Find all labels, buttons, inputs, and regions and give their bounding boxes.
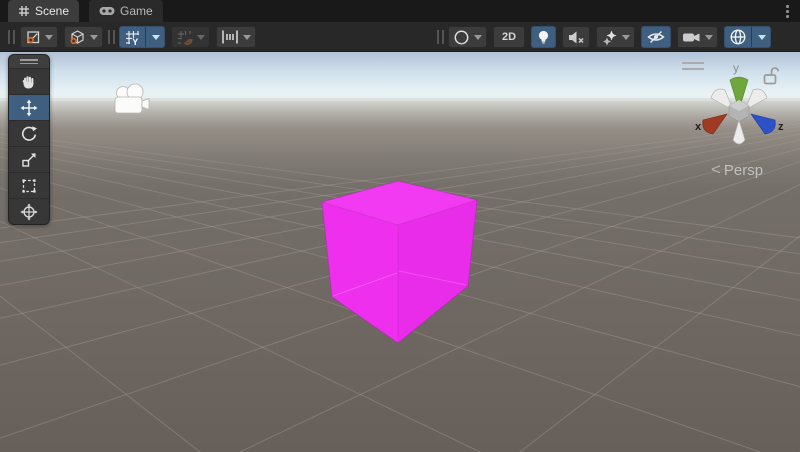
scene-audio-button[interactable]: [562, 26, 590, 48]
effects-button[interactable]: [596, 26, 635, 48]
rect-icon: [20, 177, 38, 195]
snap-button[interactable]: [171, 26, 210, 48]
dropdown-arrow-icon: [705, 35, 713, 40]
dropdown-arrow-icon: [45, 35, 53, 40]
2d-toggle-button[interactable]: 2D: [493, 26, 525, 48]
dropdown-arrow-icon: [197, 35, 205, 40]
tool-settings-button[interactable]: [20, 26, 58, 48]
light-bulb-icon: [536, 29, 551, 46]
magnet-grid-icon: [176, 29, 193, 46]
axis-z-label: z: [778, 121, 784, 133]
view-hand-tool-button[interactable]: [9, 68, 49, 94]
gamepad-icon: [99, 6, 115, 16]
dropdown-arrow-icon[interactable]: [758, 35, 766, 40]
grid-icon: Y: [124, 29, 141, 46]
scene-viewport[interactable]: y x z < Persp: [0, 52, 800, 452]
overlay-drag-handle[interactable]: [437, 30, 444, 44]
dropdown-arrow-icon: [90, 35, 98, 40]
dropdown-arrow-icon: [622, 35, 630, 40]
move-tool-button[interactable]: [9, 94, 49, 120]
projection-toggle[interactable]: < Persp: [694, 160, 780, 180]
tab-scene-label: Scene: [35, 4, 69, 18]
snap-increment-button[interactable]: [216, 26, 256, 48]
ruler-icon: [221, 29, 239, 45]
transform-icon: [20, 203, 38, 221]
tools-overlay: [8, 54, 50, 225]
overlay-drag-handle[interactable]: [8, 30, 15, 44]
grid-visibility-button[interactable]: Y: [119, 26, 165, 48]
gizmo-center-cube[interactable]: [729, 100, 749, 122]
dropdown-arrow-icon[interactable]: [152, 35, 160, 40]
gizmos-cube-button[interactable]: [64, 26, 103, 48]
cube-gizmo-icon: [69, 29, 86, 46]
grid-axis-label: Y: [132, 37, 138, 46]
hand-icon: [20, 73, 38, 91]
tool-settings-icon: [25, 29, 41, 45]
rect-tool-button[interactable]: [9, 172, 49, 198]
draw-mode-button[interactable]: [448, 26, 487, 48]
scene-grid-icon: [18, 5, 30, 17]
tab-scene[interactable]: Scene: [8, 0, 79, 22]
rotate-icon: [20, 125, 38, 143]
overlay-drag-handle[interactable]: [108, 30, 115, 44]
video-camera-icon: [682, 30, 701, 45]
scene-lighting-button[interactable]: [531, 26, 556, 48]
effects-stars-icon: [601, 29, 618, 46]
eye-slash-icon: [646, 29, 666, 45]
window-menu-kebab-icon[interactable]: [780, 3, 794, 19]
rotate-tool-button[interactable]: [9, 120, 49, 146]
transform-tool-button[interactable]: [9, 198, 49, 224]
projection-label: Persp: [724, 162, 763, 179]
audio-muted-icon: [567, 30, 585, 45]
scale-tool-button[interactable]: [9, 146, 49, 172]
scene-3d-canvas[interactable]: [0, 52, 800, 452]
orientation-gizmo[interactable]: y x z: [687, 58, 791, 158]
gizmos-button[interactable]: [724, 26, 771, 48]
tools-drag-handle[interactable]: [9, 55, 49, 68]
gizmo-sphere-icon: [729, 28, 747, 46]
scale-icon: [20, 151, 38, 169]
axis-x-label: x: [695, 121, 702, 133]
unity-scene-view-window: Scene Game: [0, 0, 800, 452]
scene-toolbar: Y: [0, 22, 800, 52]
move-icon: [20, 99, 38, 117]
tool-settings-group: [20, 26, 103, 48]
chevron-left-icon: <: [711, 161, 721, 179]
dropdown-arrow-icon: [474, 35, 482, 40]
scene-visibility-button[interactable]: [641, 26, 671, 48]
shaded-sphere-icon: [453, 29, 470, 46]
grid-snap-group: Y: [119, 26, 256, 48]
camera-settings-button[interactable]: [677, 26, 718, 48]
tab-bar: Scene Game: [0, 0, 800, 22]
tab-game-label: Game: [120, 4, 153, 18]
axis-x-cone[interactable]: [703, 114, 727, 134]
2d-label: 2D: [498, 31, 520, 43]
dropdown-arrow-icon: [243, 35, 251, 40]
view-options-group: 2D: [448, 26, 771, 48]
axis-z-cone[interactable]: [751, 114, 775, 134]
tab-game[interactable]: Game: [89, 0, 163, 22]
axis-y-label: y: [733, 61, 739, 75]
